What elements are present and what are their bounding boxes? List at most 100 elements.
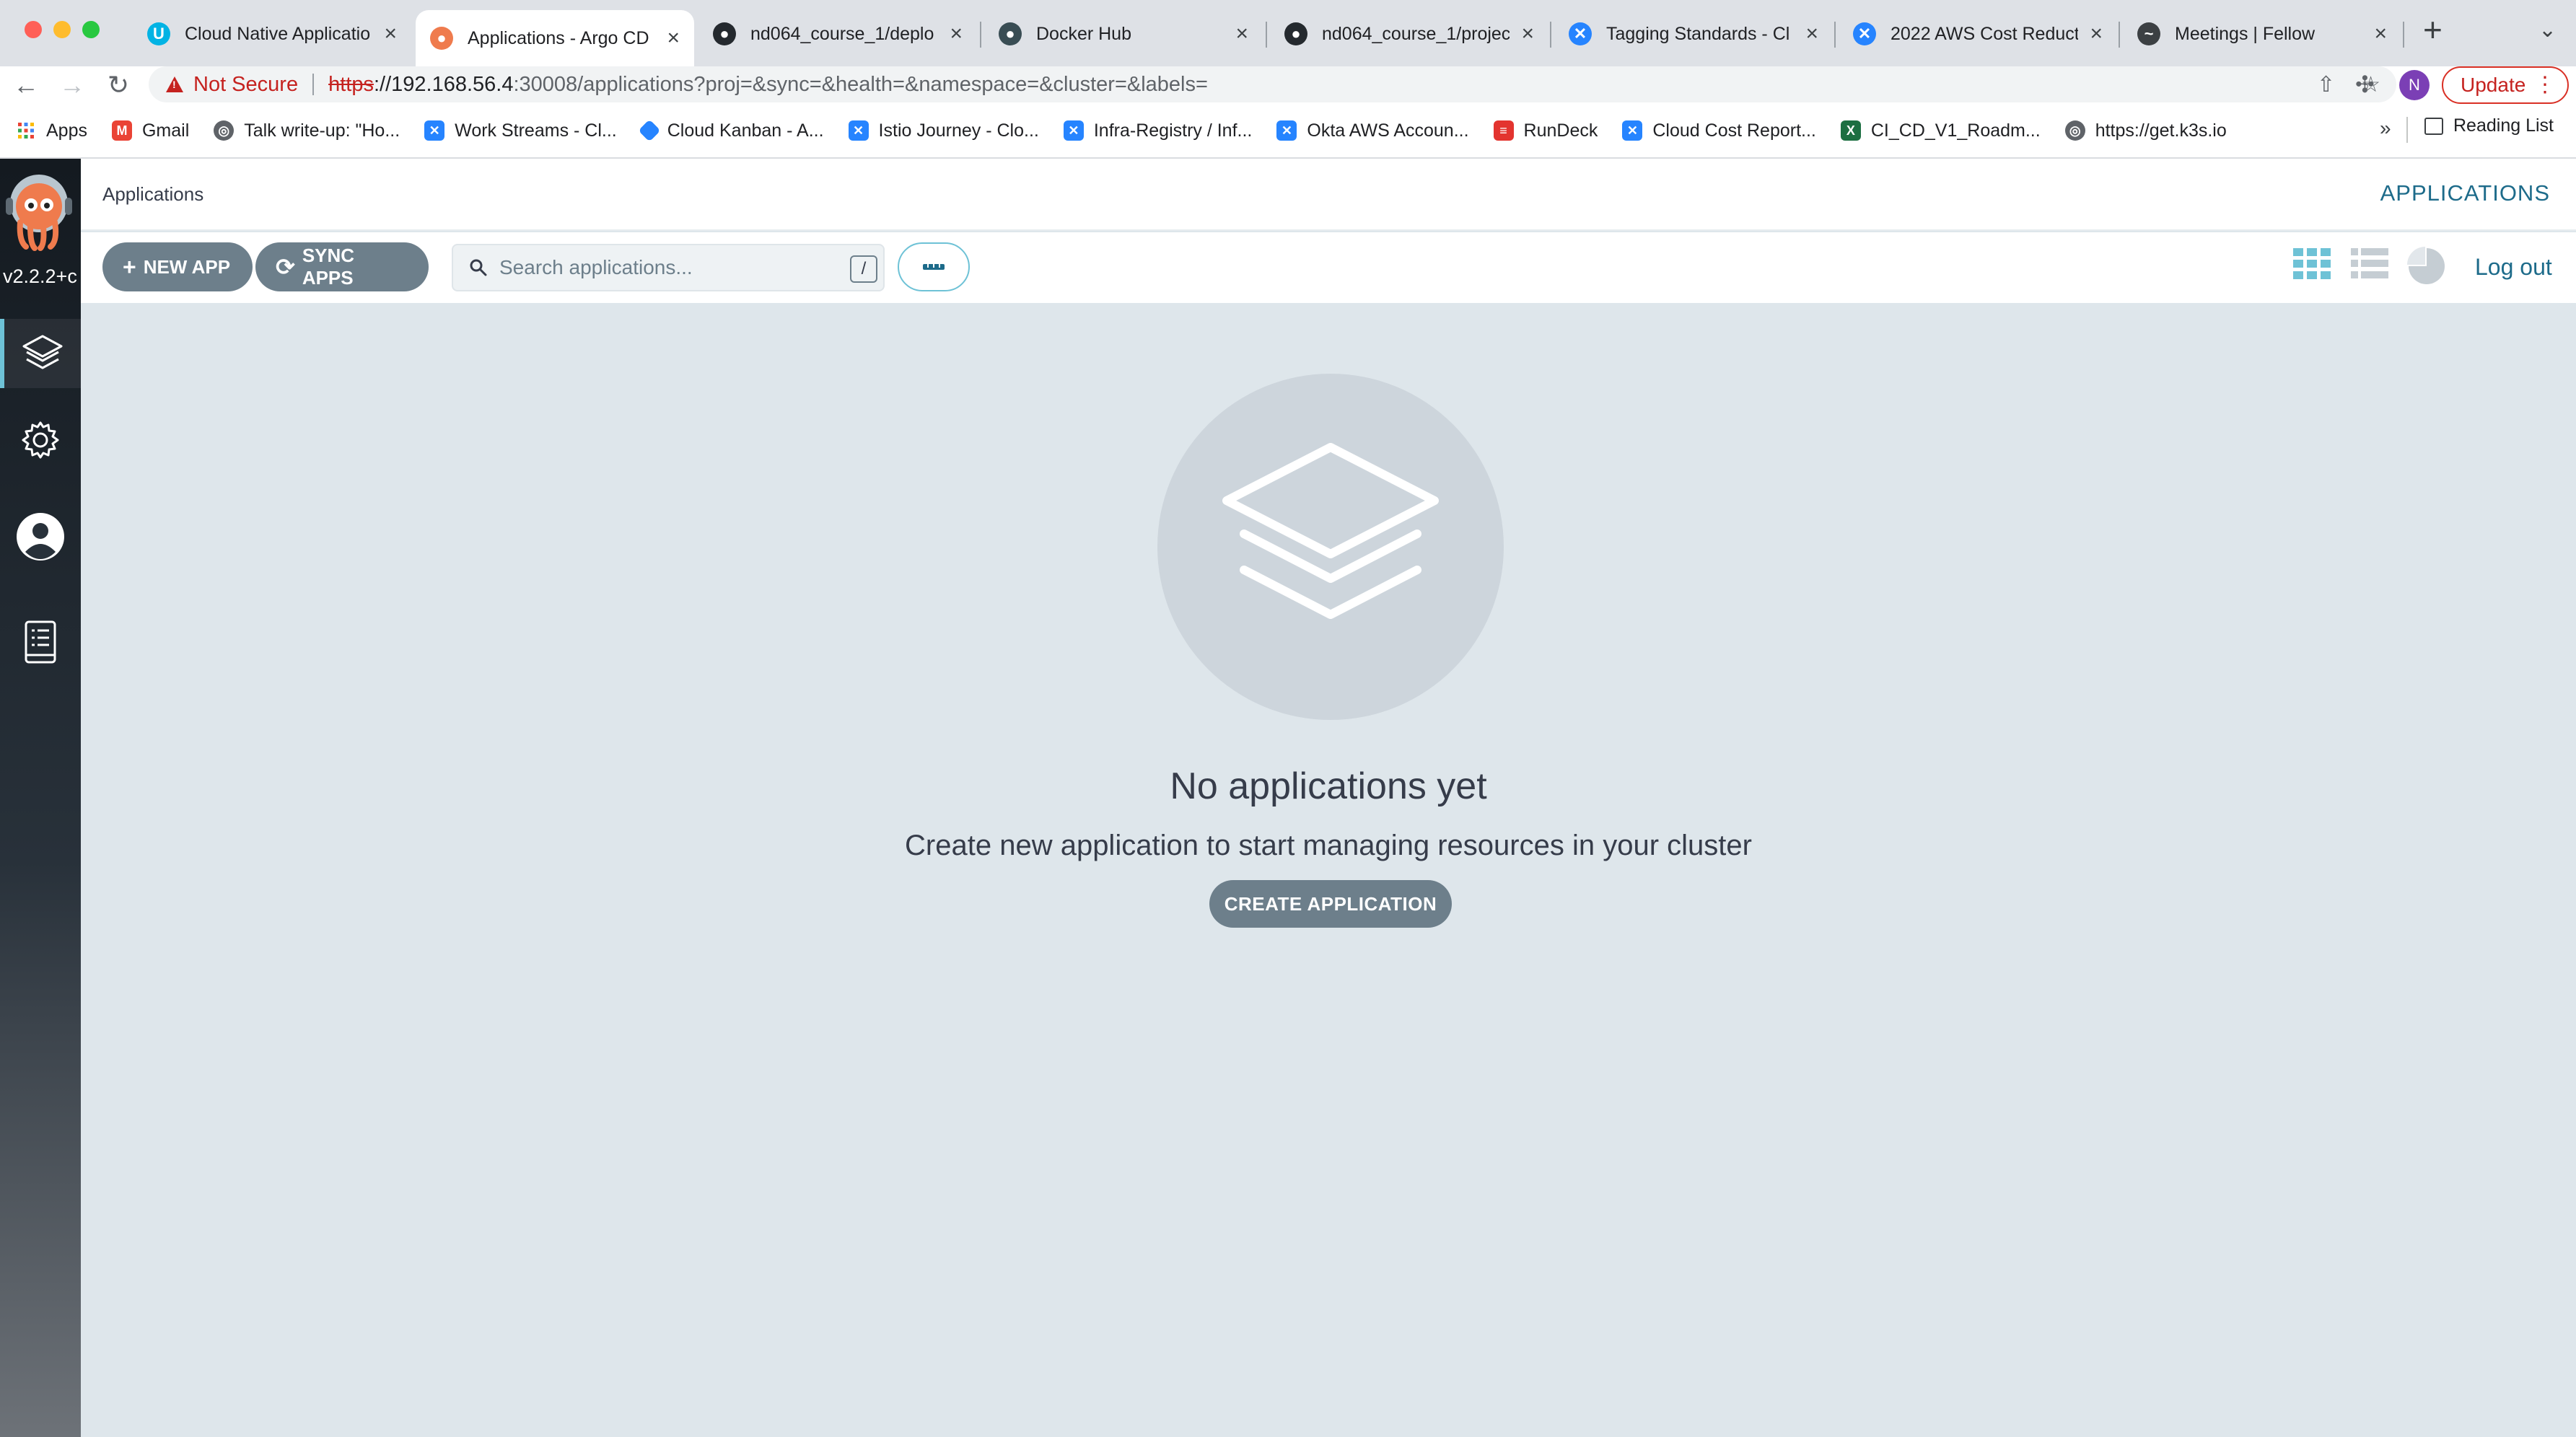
sync-icon: ⟳ (276, 254, 295, 280)
filters-toggle-button[interactable] (898, 242, 970, 291)
new-tab-plus-icon[interactable]: + (2423, 13, 2443, 46)
new-app-button[interactable]: + NEW APP (102, 242, 253, 291)
close-icon[interactable]: × (1521, 23, 1534, 45)
browser-tab[interactable]: ✕ Tagging Standards - Cl × (1554, 10, 1833, 58)
tab-separator (2403, 22, 2404, 48)
close-icon[interactable]: × (1235, 23, 1248, 45)
tab-search-chevron-icon[interactable]: ⌄ (2538, 17, 2557, 43)
browser-tab[interactable]: ~ Meetings | Fellow × (2123, 10, 2401, 58)
apps-grid-icon (16, 120, 36, 141)
action-bar: + NEW APP ⟳ SYNC APPS / (81, 232, 2576, 303)
bookmark-label: RunDeck (1523, 120, 1598, 141)
forward-arrow-icon[interactable]: → (56, 66, 88, 104)
confluence-icon: ✕ (1063, 120, 1084, 141)
bookmark-item[interactable]: ✕ Istio Journey - Clo... (848, 120, 1039, 141)
bookmark-item[interactable]: ◎ Talk write-up: "Ho... (214, 120, 400, 141)
bookmarks-overflow-icon[interactable]: » (2380, 117, 2391, 140)
argo-icon: ● (430, 27, 453, 50)
browser-tab[interactable]: ● nd064_course_1/projec × (1270, 10, 1548, 58)
applications-content: No applications yet Create new applicati… (81, 303, 2576, 1437)
bookmark-item[interactable]: ✕ Cloud Cost Report... (1622, 120, 1816, 141)
search-input[interactable] (499, 252, 817, 283)
bookmark-label: Apps (46, 120, 87, 141)
bookmark-gmail[interactable]: M Gmail (111, 120, 189, 141)
bookmark-item[interactable]: Cloud Kanban - A... (638, 119, 824, 142)
confluence-icon: ✕ (424, 120, 445, 141)
address-bar[interactable]: Not Secure https ://192.168.56.4 :30008/… (149, 66, 2396, 102)
udacity-icon: U (147, 22, 170, 45)
bookmark-apps[interactable]: Apps (16, 120, 87, 141)
bookmark-item[interactable]: ≡ RunDeck (1493, 120, 1598, 141)
back-arrow-icon[interactable]: ← (10, 66, 42, 104)
close-icon[interactable]: × (950, 23, 963, 45)
warning-icon (166, 76, 183, 92)
layers-icon (1222, 443, 1439, 619)
extensions-puzzle-icon[interactable]: ✣ (2355, 71, 2375, 98)
sidebar: v2.2.2+c (0, 159, 81, 1437)
plus-icon: + (123, 253, 136, 280)
sidebar-item-applications[interactable] (0, 319, 81, 388)
browser-tab[interactable]: ✕ 2022 AWS Cost Reduct × (1839, 10, 2117, 58)
confluence-icon: ✕ (848, 120, 869, 141)
security-status[interactable]: Not Secure (193, 73, 298, 97)
breadcrumb[interactable]: Applications (102, 183, 203, 206)
list-view-icon[interactable] (2351, 248, 2388, 284)
tiles-view-icon[interactable] (2293, 248, 2331, 284)
close-icon[interactable]: × (384, 23, 397, 45)
browser-tab-active[interactable]: ● Applications - Argo CD × (416, 10, 694, 66)
close-window-button[interactable] (25, 21, 42, 38)
minimize-window-button[interactable] (53, 21, 71, 38)
excel-icon: X (1840, 120, 1861, 141)
share-icon[interactable]: ⇧ (2317, 72, 2335, 97)
update-label: Update (2461, 74, 2526, 96)
bookmark-item[interactable]: ✕ Infra-Registry / Inf... (1063, 120, 1253, 141)
confluence-icon: ✕ (1569, 22, 1592, 45)
reading-list-icon (2424, 117, 2443, 135)
browser-tab[interactable]: ● nd064_course_1/deplo × (698, 10, 977, 58)
update-button[interactable]: Update ⋮ (2442, 66, 2569, 104)
bookmark-item[interactable]: ◎ https://get.k3s.io (2064, 120, 2227, 141)
sidebar-item-user-info[interactable] (0, 502, 81, 571)
search-shortcut-hint: / (850, 255, 877, 283)
tab-title: nd064_course_1/projec (1322, 23, 1510, 44)
create-application-button[interactable]: CREATE APPLICATION (1209, 880, 1452, 928)
argo-logo[interactable] (4, 172, 74, 251)
tab-separator (980, 22, 981, 48)
browser-tab[interactable]: U Cloud Native Applicatio × (133, 10, 411, 58)
bookmark-label: Istio Journey - Clo... (878, 120, 1039, 141)
sync-apps-label: SYNC APPS (302, 245, 355, 289)
user-circle-icon (17, 513, 64, 561)
sync-apps-button[interactable]: ⟳ SYNC APPS (255, 242, 429, 291)
browser-chrome: U Cloud Native Applicatio × ● Applicatio… (0, 0, 2576, 159)
bookmark-item[interactable]: X CI_CD_V1_Roadm... (1840, 120, 2041, 141)
browser-tab[interactable]: ● Docker Hub × (984, 10, 1263, 58)
logout-link[interactable]: Log out (2475, 254, 2552, 281)
reading-list-label: Reading List (2453, 115, 2554, 136)
profile-avatar[interactable]: N (2399, 70, 2430, 100)
fullscreen-window-button[interactable] (82, 21, 100, 38)
bookmark-label: Infra-Registry / Inf... (1093, 120, 1253, 141)
reading-list-button[interactable]: Reading List (2424, 115, 2554, 136)
bookmark-label: CI_CD_V1_Roadm... (1870, 120, 2041, 141)
search-box[interactable]: / (452, 244, 885, 291)
docker-icon: ● (999, 22, 1022, 45)
rundeck-icon: ≡ (1493, 120, 1514, 141)
tab-title: Applications - Argo CD (468, 27, 649, 48)
bookmark-item[interactable]: ✕ Okta AWS Accoun... (1276, 120, 1469, 141)
kebab-menu-icon: ⋮ (2534, 73, 2556, 97)
bookmark-label: Okta AWS Accoun... (1307, 120, 1469, 141)
sidebar-item-settings[interactable] (0, 405, 81, 475)
new-app-label: NEW APP (143, 255, 231, 278)
bookmark-item[interactable]: ✕ Work Streams - Cl... (424, 120, 617, 141)
tab-title: nd064_course_1/deplo (750, 23, 934, 44)
omnibox-divider (312, 74, 315, 95)
url-host: ://192.168.56.4 (373, 72, 514, 96)
sidebar-item-documentation[interactable] (0, 607, 81, 677)
summary-pie-chart-icon[interactable] (2407, 247, 2446, 289)
close-icon[interactable]: × (667, 27, 680, 49)
reload-icon[interactable]: ↻ (102, 66, 134, 104)
confluence-icon: ✕ (1853, 22, 1876, 45)
close-icon[interactable]: × (2090, 23, 2103, 45)
close-icon[interactable]: × (2374, 23, 2387, 45)
close-icon[interactable]: × (1805, 23, 1818, 45)
